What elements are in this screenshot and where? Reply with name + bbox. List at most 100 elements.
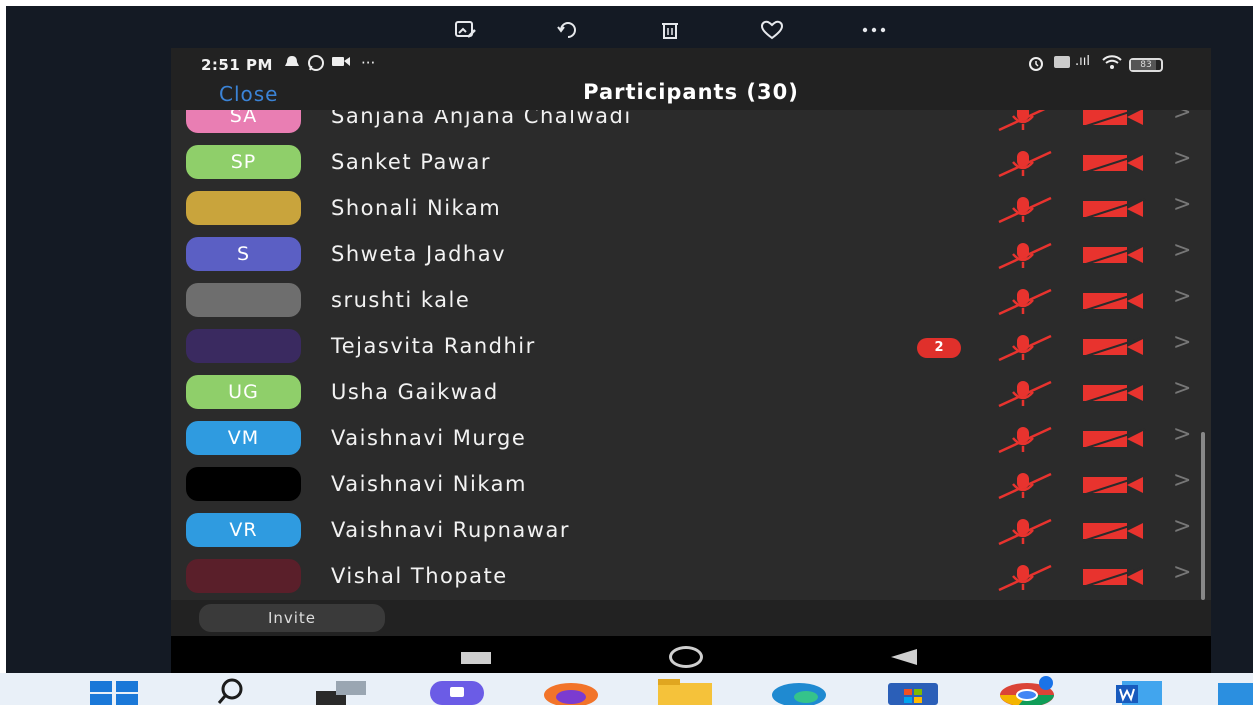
muted-mic-icon — [993, 562, 1055, 592]
windows-start-icon[interactable] — [86, 675, 144, 705]
participant-name: Vaishnavi Rupnawar — [331, 518, 570, 542]
avatar: SP — [186, 145, 301, 179]
video-off-icon — [1081, 566, 1147, 588]
muted-mic-icon — [993, 332, 1055, 362]
chevron-right-icon[interactable]: > — [1173, 110, 1191, 125]
participant-row[interactable]: Tejasvita Randhir 2 > — [171, 324, 1197, 370]
recent-apps-icon[interactable] — [461, 652, 491, 664]
video-off-icon — [1081, 382, 1147, 404]
whatsapp-icon — [307, 54, 325, 76]
avatar: UG — [186, 375, 301, 409]
video-off-icon — [1081, 244, 1147, 266]
avatar — [186, 467, 301, 501]
muted-mic-icon — [993, 424, 1055, 454]
participant-name: Sanket Pawar — [331, 150, 492, 174]
search-icon[interactable] — [200, 675, 258, 705]
participant-name: Shweta Jadhav — [331, 242, 507, 266]
chevron-right-icon[interactable]: > — [1173, 514, 1191, 539]
video-icon — [331, 54, 351, 72]
video-off-icon — [1081, 520, 1147, 542]
video-off-icon — [1081, 152, 1147, 174]
participants-header: Close Participants (30) — [171, 80, 1211, 110]
participant-row[interactable]: UG Usha Gaikwad > — [171, 370, 1197, 416]
participant-row[interactable]: S Shweta Jadhav > — [171, 232, 1197, 278]
windows-taskbar — [0, 673, 1253, 707]
status-bar: 2:51 PM ··· .ııl 83 — [171, 48, 1211, 82]
sim-icon — [1053, 54, 1071, 74]
chevron-right-icon[interactable]: > — [1173, 330, 1191, 355]
viewer-toolbar — [446, 14, 926, 46]
firefox-icon[interactable] — [542, 675, 600, 707]
muted-mic-icon — [993, 378, 1055, 408]
avatar — [186, 191, 301, 225]
avatar: S — [186, 237, 301, 271]
favorite-icon[interactable] — [752, 16, 792, 44]
participant-name: Vaishnavi Nikam — [331, 472, 527, 496]
participant-row[interactable]: Vaishnavi Nikam > — [171, 462, 1197, 508]
phone-screen: 2:51 PM ··· .ııl 83 Close Participants (… — [171, 48, 1211, 679]
unread-badge: 2 — [917, 338, 961, 358]
chevron-right-icon[interactable]: > — [1173, 468, 1191, 493]
chevron-right-icon[interactable]: > — [1173, 422, 1191, 447]
participant-row[interactable]: SP Sanket Pawar > — [171, 140, 1197, 186]
invite-button[interactable]: Invite — [199, 604, 385, 632]
participant-name: Tejasvita Randhir — [331, 334, 536, 358]
participant-name: Shonali Nikam — [331, 196, 502, 220]
muted-mic-icon — [993, 470, 1055, 500]
chevron-right-icon[interactable]: > — [1173, 238, 1191, 263]
status-time: 2:51 PM — [201, 56, 273, 74]
microsoft-store-icon[interactable] — [884, 675, 942, 705]
muted-mic-icon — [993, 286, 1055, 316]
avatar — [186, 559, 301, 593]
video-off-icon — [1081, 336, 1147, 358]
wifi-icon — [1101, 54, 1123, 74]
chevron-right-icon[interactable]: > — [1173, 376, 1191, 401]
chevron-right-icon[interactable]: > — [1173, 146, 1191, 171]
participant-row[interactable]: Vishal Thopate > — [171, 554, 1197, 600]
avatar — [186, 329, 301, 363]
chevron-right-icon[interactable]: > — [1173, 192, 1191, 217]
participant-row[interactable]: VR Vaishnavi Rupnawar > — [171, 508, 1197, 554]
battery-percent: 83 — [1140, 60, 1152, 70]
participant-name: Vaishnavi Murge — [331, 426, 527, 450]
muted-mic-icon — [993, 516, 1055, 546]
chrome-icon[interactable] — [998, 675, 1056, 707]
muted-mic-icon — [993, 110, 1055, 132]
participant-row[interactable]: Shonali Nikam > — [171, 186, 1197, 232]
invite-bar: Invite — [171, 600, 1211, 636]
participant-row[interactable]: SA Sanjana Anjana Chalwadi > — [171, 110, 1197, 140]
teams-chat-icon[interactable] — [428, 675, 486, 705]
home-icon[interactable] — [669, 646, 703, 668]
file-explorer-icon[interactable] — [656, 675, 714, 705]
participant-row[interactable]: srushti kale > — [171, 278, 1197, 324]
edge-icon[interactable] — [770, 675, 828, 707]
muted-mic-icon — [993, 240, 1055, 270]
edit-image-icon[interactable] — [446, 16, 486, 44]
video-off-icon — [1081, 110, 1147, 128]
chevron-right-icon[interactable]: > — [1173, 284, 1191, 309]
participant-name: srushti kale — [331, 288, 471, 312]
alarm-icon — [1027, 54, 1045, 76]
video-off-icon — [1081, 474, 1147, 496]
video-off-icon — [1081, 290, 1147, 312]
chevron-right-icon[interactable]: > — [1173, 560, 1191, 585]
video-off-icon — [1081, 428, 1147, 450]
participant-row[interactable]: VM Vaishnavi Murge > — [171, 416, 1197, 462]
task-view-icon[interactable] — [314, 675, 372, 705]
scrollbar[interactable] — [1201, 432, 1205, 600]
word-icon[interactable] — [1112, 675, 1170, 705]
more-icon[interactable] — [854, 16, 894, 44]
participant-list[interactable]: SA Sanjana Anjana Chalwadi > SP Sanket Pawar… — [171, 110, 1211, 600]
avatar — [186, 283, 301, 317]
delete-icon[interactable] — [650, 16, 690, 44]
signal-icon: .ııl — [1075, 54, 1090, 69]
page-title: Participants (30) — [583, 80, 799, 104]
video-off-icon — [1081, 198, 1147, 220]
muted-mic-icon — [993, 148, 1055, 178]
photo-viewer: 2:51 PM ··· .ııl 83 Close Participants (… — [6, 6, 1253, 679]
back-icon[interactable] — [889, 648, 919, 670]
photos-icon[interactable] — [1212, 675, 1253, 705]
more-status-icon: ··· — [361, 54, 376, 72]
rotate-icon[interactable] — [548, 16, 588, 44]
battery-icon: 83 — [1129, 58, 1163, 72]
